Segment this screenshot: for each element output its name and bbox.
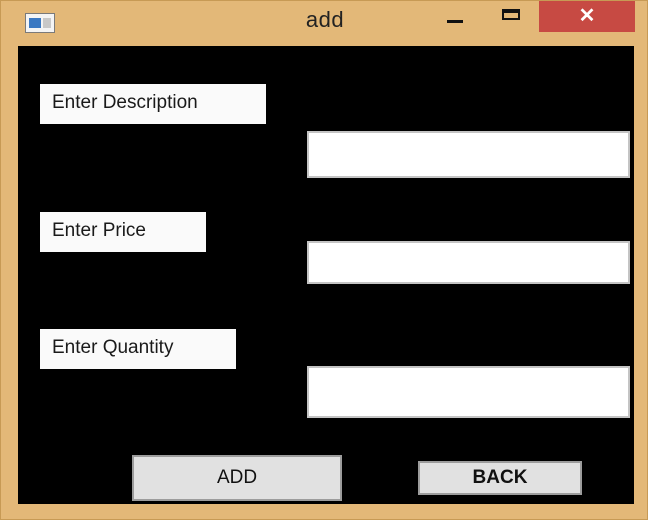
price-label: Enter Price	[40, 212, 206, 252]
minimize-icon[interactable]	[441, 1, 471, 31]
title-bar[interactable]: add ✕	[1, 1, 648, 45]
description-input[interactable]	[307, 131, 630, 178]
quantity-label: Enter Quantity	[40, 329, 236, 369]
maximize-icon[interactable]	[495, 1, 529, 31]
quantity-input[interactable]	[307, 366, 630, 418]
back-button[interactable]: BACK	[418, 461, 582, 495]
add-button[interactable]: ADD	[132, 455, 342, 501]
close-icon[interactable]: ✕	[539, 1, 635, 32]
description-label: Enter Description	[40, 84, 266, 124]
price-input[interactable]	[307, 241, 630, 284]
